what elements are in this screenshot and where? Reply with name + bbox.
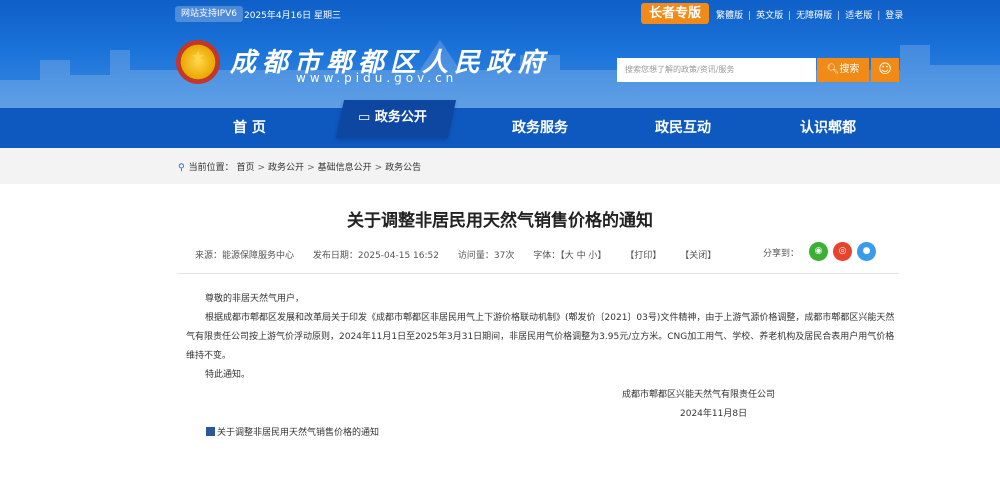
link-traditional[interactable]: 繁體版 [716,11,743,21]
article-views: 访问量：37次 [457,251,515,261]
search-icon: 🔍︎ [826,64,840,75]
site-header: 网站支持IPV6 2025年4月16日 星期三 长者专版 繁體版 | 英文版 | 无障碍… [0,0,1000,108]
link-login[interactable]: 登录 [885,11,903,21]
top-links: 繁體版 | 英文版 | 无障碍版 | 适老版 | 登录 [716,11,904,21]
wechat-icon[interactable]: ◉ [809,242,828,261]
article-meta: 来源：能源保障服务中心 发布日期：2025-04-15 16:52 访问量：37… [195,248,732,261]
article-source: 来源：能源保障服务中心 [195,251,295,261]
article-closing: 特此通知。 [205,370,251,380]
robot-assistant-icon[interactable]: ☺ [871,58,899,82]
nav-open-affairs[interactable]: ▭ 政务公开 [358,106,427,125]
nav-services[interactable]: 政务服务 [512,108,568,148]
site-domain: www.pidu.gov.cn [296,71,458,85]
current-date: 2025年4月16日 星期三 [244,11,341,21]
weibo-icon[interactable]: ◎ [833,242,852,261]
breadcrumb-label: 当前位置： [188,163,234,173]
nav-home[interactable]: 首 页 [233,108,266,148]
signature-date: 2024年11月8日 [680,409,748,419]
main-nav: 首 页 政务服务 政民互动 认识郫都 [0,108,1000,148]
link-english[interactable]: 英文版 [756,11,783,21]
top-bar: 网站支持IPV6 2025年4月16日 星期三 长者专版 繁體版 | 英文版 | 无障碍… [0,0,1000,28]
document-icon [206,427,215,436]
breadcrumb-home[interactable]: 首页 [236,163,254,173]
attachment-label: 关于调整非居民用天然气销售价格的通知 [217,428,380,438]
nav-about-pidu[interactable]: 认识郫都 [800,108,856,148]
link-elderly[interactable]: 适老版 [845,11,872,21]
national-emblem-icon: ★ [176,40,220,84]
ipv6-badge: 网站支持IPV6 [175,6,243,22]
close-button[interactable]: 【关闭】 [680,251,716,261]
article-paragraph: 根据成都市郫都区发展和改革局关于印发《成都市郫都区非居民用气上下游价格联动机制》… [186,313,895,361]
signature-organization: 成都市郫都区兴能天然气有限责任公司 [622,390,776,400]
breadcrumb-basic-info[interactable]: 基础信息公开 [318,163,372,173]
folder-icon: ▭ [358,110,371,125]
qq-icon[interactable]: ● [857,242,876,261]
article-body: 尊敬的非居天然气用户， 根据成都市郫都区发展和改革局关于印发《成都市郫都区非居民… [186,290,900,385]
search-button-label: 搜索 [839,64,860,75]
title-divider [177,273,899,274]
breadcrumb: ⚲ 当前位置： 首页 > 政务公开 > 基础信息公开 > 政务公告 [178,163,422,173]
share-label: 分享到： [763,249,800,259]
breadcrumb-bar [0,148,1000,184]
link-accessible[interactable]: 无障碍版 [796,11,832,21]
search-input[interactable]: 搜索您想了解的政策/资讯/服务 [617,58,816,82]
elder-version-button[interactable]: 长者专版 [641,3,709,24]
article-greeting: 尊敬的非居天然气用户， [205,294,305,304]
breadcrumb-open-affairs[interactable]: 政务公开 [268,163,304,173]
article-title: 关于调整非居民用天然气销售价格的通知 [347,211,653,231]
print-button[interactable]: 【打印】 [625,251,661,261]
attachment-link[interactable]: 关于调整非居民用天然气销售价格的通知 [206,425,379,438]
breadcrumb-announcements[interactable]: 政务公告 [385,163,421,173]
location-pin-icon: ⚲ [178,163,185,173]
search-button[interactable]: 🔍︎搜索 [817,58,869,82]
font-size-control[interactable]: 字体：【大 中 小】 [533,251,606,261]
nav-interaction[interactable]: 政民互动 [655,108,711,148]
article-date: 发布日期：2025-04-15 16:52 [312,251,439,261]
